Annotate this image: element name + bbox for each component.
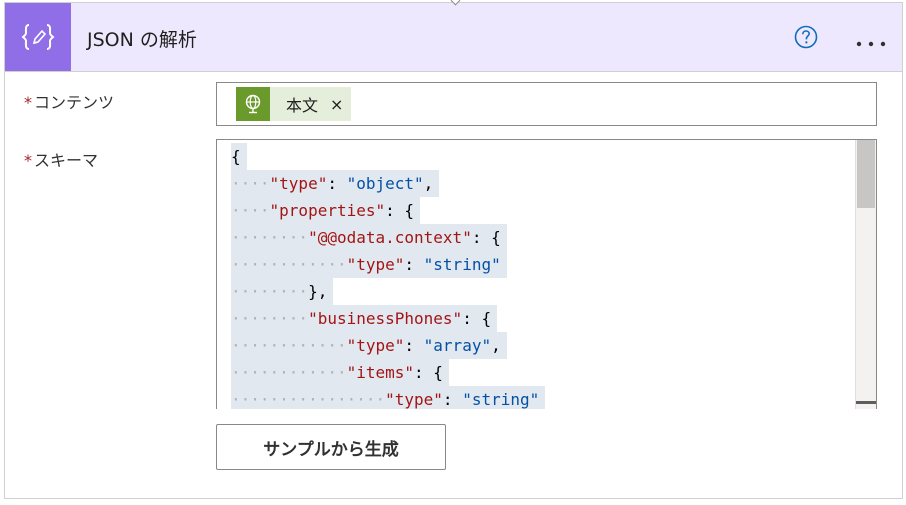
schema-code[interactable]: {····"type": "object", ····"properties": … bbox=[217, 143, 855, 409]
indent-guide: ···· bbox=[231, 174, 270, 193]
token-label: 本文 bbox=[286, 96, 319, 115]
code-text: ····"properties": { bbox=[231, 197, 414, 224]
schema-scrollbar[interactable] bbox=[855, 140, 876, 409]
schema-field-label: * スキーマ bbox=[24, 147, 98, 171]
token-remove-icon[interactable]: × bbox=[330, 95, 343, 114]
json-punctuation: }, bbox=[308, 282, 328, 301]
json-punctuation: : bbox=[327, 174, 347, 193]
code-line: ················"type": "string" bbox=[217, 386, 855, 409]
json-punctuation: : { bbox=[462, 309, 492, 328]
json-punctuation: { bbox=[231, 147, 241, 166]
action-header[interactable]: JSON の解析 bbox=[5, 3, 902, 72]
code-line: ····"type": "object", bbox=[217, 170, 855, 197]
json-key: "type" bbox=[346, 255, 405, 274]
code-line: { bbox=[217, 143, 855, 170]
json-string: "string" bbox=[462, 390, 540, 409]
dynamic-content-token[interactable]: 本文 × bbox=[236, 87, 352, 121]
json-key: "type" bbox=[346, 336, 405, 355]
json-punctuation: : { bbox=[414, 363, 443, 382]
required-mark: * bbox=[24, 151, 32, 170]
scrollbar-end-marker bbox=[856, 401, 876, 404]
code-line: ············"type": "string" bbox=[217, 251, 855, 278]
schema-label-text: スキーマ bbox=[34, 151, 99, 170]
code-text: ············"type": "string" bbox=[231, 251, 501, 278]
json-punctuation: : bbox=[404, 336, 424, 355]
globe-icon bbox=[236, 87, 270, 121]
json-punctuation: , bbox=[491, 336, 501, 355]
code-text: ····"type": "object", bbox=[231, 170, 433, 197]
content-input[interactable]: 本文 × bbox=[216, 82, 877, 126]
json-key: "@@odata.context" bbox=[308, 228, 472, 247]
content-label-text: コンテンツ bbox=[34, 93, 115, 112]
json-punctuation: : bbox=[442, 390, 463, 409]
json-string: "string" bbox=[423, 255, 501, 274]
code-line: ········"businessPhones": { bbox=[217, 305, 855, 332]
code-line: ········"@@odata.context": { bbox=[217, 224, 855, 251]
code-line: ········}, bbox=[217, 278, 855, 305]
help-circle-icon[interactable] bbox=[794, 25, 818, 49]
code-line: ············"items": { bbox=[217, 359, 855, 386]
indent-guide: ········ bbox=[231, 309, 309, 328]
json-punctuation: : { bbox=[385, 201, 415, 220]
json-key: "properties" bbox=[269, 201, 386, 220]
content-field-label: * コンテンツ bbox=[24, 89, 114, 113]
indent-guide: ···· bbox=[231, 201, 270, 220]
json-string: "array" bbox=[423, 336, 492, 355]
json-brace-pen-icon bbox=[5, 3, 71, 71]
schema-editor[interactable]: {····"type": "object", ····"properties": … bbox=[216, 139, 877, 409]
indent-guide: ············ bbox=[231, 336, 347, 355]
json-key: "businessPhones" bbox=[308, 309, 463, 328]
json-punctuation: , bbox=[423, 174, 434, 193]
code-text: ················"type": "string" bbox=[231, 386, 539, 409]
code-text: { bbox=[231, 143, 241, 170]
code-text: ········"businessPhones": { bbox=[231, 305, 491, 332]
scrollbar-thumb[interactable] bbox=[857, 140, 875, 208]
more-options-icon[interactable] bbox=[855, 33, 887, 47]
code-line: ····"properties": { bbox=[217, 197, 855, 224]
indent-guide: ············ bbox=[231, 363, 347, 382]
json-string: "object" bbox=[346, 174, 424, 193]
code-text: ········}, bbox=[231, 278, 327, 305]
json-key: "items" bbox=[346, 363, 415, 382]
code-text: ············"type": "array", bbox=[231, 332, 501, 359]
indent-guide: ················ bbox=[231, 390, 386, 409]
json-key: "type" bbox=[385, 390, 443, 409]
json-punctuation: : bbox=[404, 255, 424, 274]
indent-guide: ········ bbox=[231, 228, 309, 247]
indent-guide: ············ bbox=[231, 255, 347, 274]
action-title: JSON の解析 bbox=[87, 29, 197, 51]
json-punctuation: : { bbox=[471, 228, 501, 247]
code-text: ············"items": { bbox=[231, 359, 443, 386]
json-key: "type" bbox=[269, 174, 328, 193]
code-line: ············"type": "array", bbox=[217, 332, 855, 359]
indent-guide: ········ bbox=[231, 282, 309, 301]
required-mark: * bbox=[24, 93, 32, 112]
generate-from-sample-button[interactable]: サンプルから生成 bbox=[216, 424, 446, 470]
code-text: ········"@@odata.context": { bbox=[231, 224, 501, 251]
